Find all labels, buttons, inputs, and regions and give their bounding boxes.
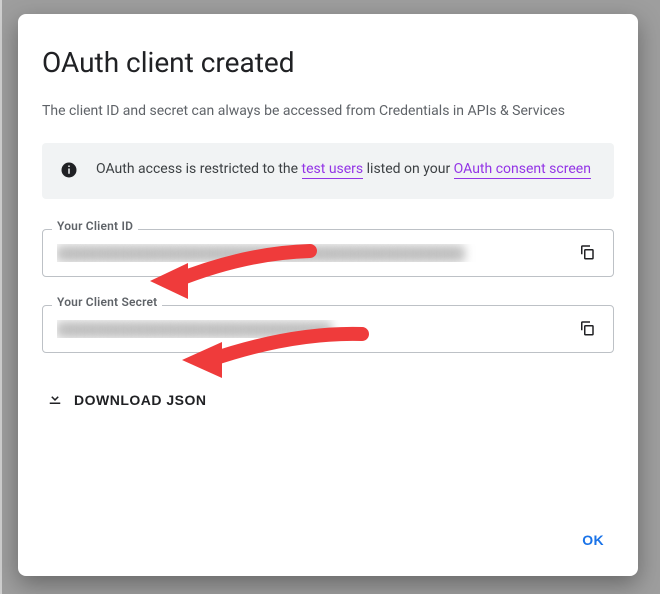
copy-icon [578,243,596,264]
download-icon [46,389,64,410]
info-text: listed on your [363,161,454,177]
oauth-consent-screen-link[interactable]: OAuth consent screen [454,161,591,179]
ok-button[interactable]: OK [568,524,618,556]
info-banner: OAuth access is restricted to the test u… [42,143,614,199]
client-id-field: Your Client ID █████████████████████████… [42,229,614,277]
download-json-button[interactable]: DOWNLOAD JSON [42,381,211,418]
test-users-link[interactable]: test users [302,161,364,179]
client-secret-label: Your Client Secret [52,295,162,309]
info-text: OAuth access is restricted to the [96,161,302,177]
copy-icon [578,319,596,340]
dialog-title: OAuth client created [42,46,614,79]
dialog-actions: OK [18,512,638,576]
client-id-label: Your Client ID [52,219,138,233]
info-icon [60,159,78,183]
download-json-label: DOWNLOAD JSON [74,392,207,408]
info-message: OAuth access is restricted to the test u… [96,159,591,181]
client-secret-field: Your Client Secret █████████████████████… [42,305,614,353]
copy-client-secret-button[interactable] [571,313,603,345]
client-secret-value[interactable]: ███████████████████████████████████ [57,320,561,338]
copy-client-id-button[interactable] [571,237,603,269]
oauth-client-created-dialog: OAuth client created The client ID and s… [18,14,638,576]
client-id-value[interactable]: ████████████████████████████████████████… [57,244,561,262]
dialog-subtitle: The client ID and secret can always be a… [42,101,614,121]
